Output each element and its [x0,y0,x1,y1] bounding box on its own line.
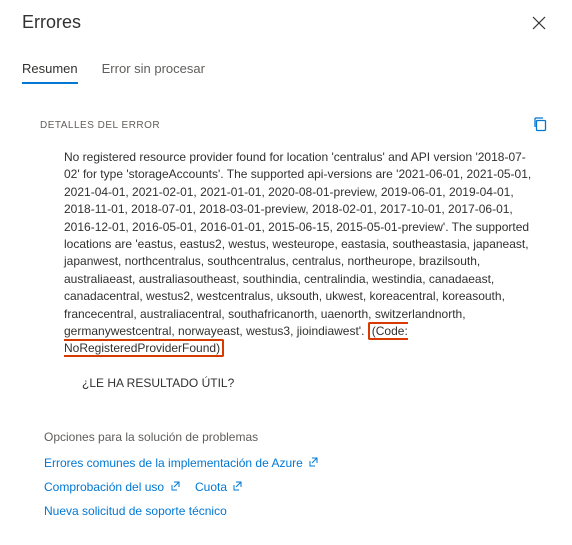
copy-button[interactable] [530,114,550,137]
external-link-icon [309,454,319,472]
feedback-prompt: ¿LE HA RESULTADO ÚTIL? [22,376,550,390]
link-new-support-request[interactable]: Nueva solicitud de soporte técnico [44,504,227,518]
tab-bar: Resumen Error sin procesar [22,61,550,84]
error-message: No registered resource provider found fo… [22,149,550,358]
link-quota[interactable]: Cuota [195,480,227,494]
copy-icon [532,120,548,135]
troubleshoot-title: Opciones para la solución de problemas [44,430,550,444]
panel-title: Errores [22,12,81,33]
error-details-label: DETALLES DEL ERROR [40,120,160,131]
tab-summary[interactable]: Resumen [22,61,78,84]
error-text: No registered resource provider found fo… [64,150,531,338]
link-common-deployment-errors[interactable]: Errores comunes de la implementación de … [44,456,303,470]
close-icon [532,18,546,33]
external-link-icon [171,478,181,496]
external-link-icon [233,478,243,496]
link-check-usage[interactable]: Comprobación del uso [44,480,164,494]
close-button[interactable] [528,12,550,37]
tab-raw-error[interactable]: Error sin procesar [102,61,205,84]
